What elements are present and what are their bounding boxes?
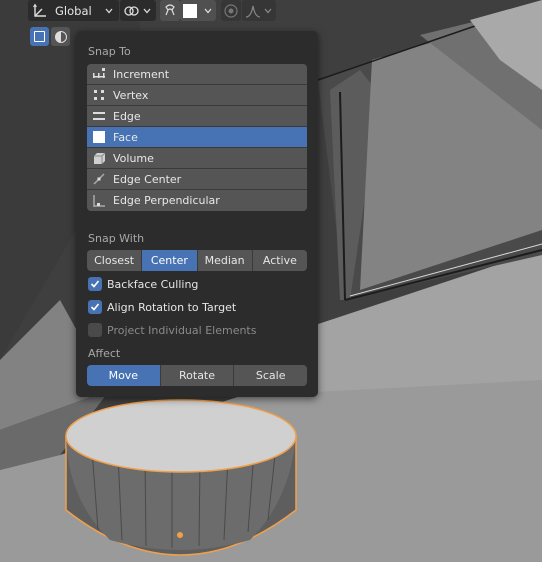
- affect-heading: Affect: [88, 347, 121, 360]
- selected-cylinder-object[interactable]: [65, 399, 297, 556]
- snap-to-vertex[interactable]: Vertex: [87, 85, 307, 106]
- viewport-shading-icon: [54, 30, 67, 43]
- project-individual-row[interactable]: Project Individual Elements: [88, 321, 256, 339]
- magnet-snap-icon: [162, 3, 178, 19]
- backface-culling-label: Backface Culling: [107, 277, 199, 291]
- chevron-down-icon: [264, 8, 272, 13]
- orientation-label: Global: [55, 3, 92, 18]
- face-snap-icon: [183, 3, 197, 18]
- backface-culling-checkbox[interactable]: [88, 277, 102, 291]
- pivot-point-icon: [123, 3, 139, 19]
- project-individual-checkbox[interactable]: [88, 323, 102, 337]
- select-box-icon: [34, 31, 45, 42]
- chevron-down-icon: [143, 8, 151, 13]
- snap-to-edge[interactable]: Edge: [87, 106, 307, 127]
- select-box-button[interactable]: [30, 27, 49, 46]
- snap-to-list: Increment Vertex Edge Face Volume Edge C…: [87, 64, 307, 211]
- snap-with-closest[interactable]: Closest: [87, 250, 143, 271]
- backface-culling-row[interactable]: Backface Culling: [88, 275, 198, 293]
- snap-to-volume[interactable]: Volume: [87, 148, 307, 169]
- affect-scale[interactable]: Scale: [234, 365, 307, 386]
- align-rotation-label: Align Rotation to Target: [107, 300, 237, 314]
- project-individual-label: Project Individual Elements: [107, 323, 257, 337]
- transform-orientation-icon: [32, 3, 48, 19]
- viewport-shading-button[interactable]: [51, 27, 70, 46]
- snap-with-active[interactable]: Active: [252, 250, 307, 271]
- proportional-editing-icon: [223, 3, 239, 19]
- snap-with-center[interactable]: Center: [142, 250, 198, 271]
- falloff-curve-icon: [245, 3, 261, 19]
- snap-element-dropdown[interactable]: [180, 0, 216, 21]
- edge-icon: [91, 108, 107, 124]
- snap-to-edge-perpendicular[interactable]: Edge Perpendicular: [87, 190, 307, 211]
- snap-with-selector: Closest Center Median Active: [87, 250, 307, 271]
- snap-to-heading: Snap To: [88, 45, 131, 58]
- snap-to-edge-center[interactable]: Edge Center: [87, 169, 307, 190]
- checkmark-icon: [90, 303, 100, 311]
- pivot-point-dropdown[interactable]: [120, 0, 156, 21]
- vertex-icon: [91, 87, 107, 103]
- align-rotation-row[interactable]: Align Rotation to Target: [88, 298, 236, 316]
- affect-move[interactable]: Move: [87, 365, 161, 386]
- face-icon: [91, 129, 107, 145]
- increment-icon: [91, 66, 107, 82]
- proportional-editing-toggle[interactable]: [221, 0, 241, 21]
- edge-center-icon: [91, 171, 107, 187]
- proportional-falloff-dropdown[interactable]: [242, 0, 276, 21]
- transform-orientation-dropdown[interactable]: Global: [28, 0, 119, 21]
- chevron-down-icon: [105, 8, 113, 13]
- chevron-down-icon: [204, 8, 212, 13]
- volume-icon: [91, 150, 107, 166]
- snap-to-increment[interactable]: Increment: [87, 64, 307, 85]
- snap-to-face[interactable]: Face: [87, 127, 307, 148]
- snap-settings-popover: Snap To Increment Vertex Edge Face Volum…: [76, 31, 318, 397]
- snap-with-median[interactable]: Median: [197, 250, 253, 271]
- snap-toggle-button[interactable]: [160, 0, 180, 21]
- snap-with-heading: Snap With: [88, 232, 145, 245]
- edge-perpendicular-icon: [91, 193, 107, 209]
- checkmark-icon: [90, 280, 100, 288]
- affect-selector: Move Rotate Scale: [87, 365, 307, 386]
- affect-rotate[interactable]: Rotate: [160, 365, 235, 386]
- align-rotation-checkbox[interactable]: [88, 300, 102, 314]
